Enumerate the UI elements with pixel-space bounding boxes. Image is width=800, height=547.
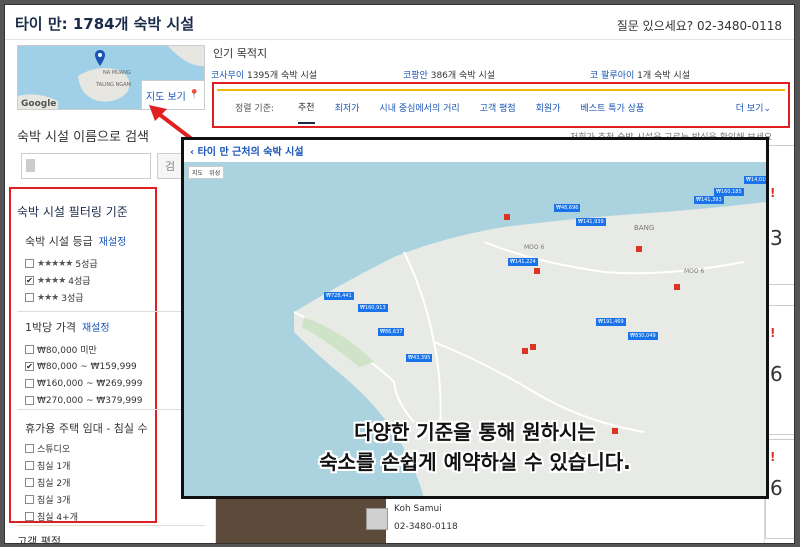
divider <box>17 311 205 312</box>
checkbox[interactable] <box>25 293 34 302</box>
map-label: BANG <box>634 224 655 232</box>
price-pin[interactable]: ₩48,696 <box>554 204 581 212</box>
checkbox[interactable] <box>25 461 34 470</box>
sort-member-price[interactable]: 회원가 <box>536 90 561 124</box>
price-pin[interactable]: ₩141,939 <box>576 218 606 226</box>
star-reset-link[interactable]: 재설정 <box>99 233 127 248</box>
hotel-card[interactable]: ! 3 <box>765 145 794 285</box>
checkbox[interactable] <box>25 379 34 388</box>
hotel-cards-strip: ! 3 ! 6 ! 6 <box>765 143 794 543</box>
hotel-photo[interactable] <box>216 496 386 543</box>
sort-rating[interactable]: 고객 평점 <box>480 90 516 124</box>
page-frame: 타이 만: 1784개 숙박 시설 질문 있으세요? 02-3480-0118 … <box>4 4 795 544</box>
map-label: MOO 6 <box>684 268 705 275</box>
divider <box>17 409 205 410</box>
hotel-card[interactable]: Koh Samui 02-3480-0118 <box>215 495 765 543</box>
price-option[interactable]: ✔ ₩80,000 ~ ₩159,999 <box>25 358 151 375</box>
checkbox[interactable] <box>25 478 34 487</box>
hotel-name-input[interactable] <box>21 153 151 179</box>
checkbox[interactable] <box>25 495 34 504</box>
popular-heading: 인기 목적지 <box>213 47 268 60</box>
rooms-filter-heading: 휴가용 주택 임대 - 침실 수 <box>25 422 148 435</box>
sort-lowest-price[interactable]: 최저가 <box>335 90 360 124</box>
search-button[interactable]: 검 <box>157 153 183 179</box>
svg-text:NA MUANG: NA MUANG <box>103 70 131 76</box>
checkbox[interactable] <box>25 444 34 453</box>
price-pin[interactable]: ₩86,637 <box>378 328 405 336</box>
star-filter-section: 숙박 시설 등급 재설정 ★★★★★ 5성급 ✔ ★★★★ 4성급 ★★★ 3성급 <box>25 233 151 306</box>
hotel-card[interactable]: ! 6 <box>765 305 794 435</box>
price-filter-heading: 1박당 가격 <box>25 321 76 334</box>
hotel-phone: 02-3480-0118 <box>394 522 458 532</box>
sort-recommended[interactable]: 추천 <box>298 90 315 124</box>
photo-gallery-icon[interactable] <box>366 508 388 530</box>
price-option[interactable]: ₩80,000 미만 <box>25 341 151 358</box>
checkbox[interactable] <box>25 396 34 405</box>
rooms-option[interactable]: 스튜디오 <box>25 440 151 457</box>
chevron-down-icon: ⌄ <box>763 103 771 114</box>
star-3-option[interactable]: ★★★ 3성급 <box>25 289 151 306</box>
page-title: 타이 만: 1784개 숙박 시설 <box>15 15 195 33</box>
hotel-marker[interactable] <box>534 268 540 274</box>
map-type-toggle[interactable]: 지도 위성 <box>188 166 225 179</box>
price-pin[interactable]: ₩14,019 <box>744 176 766 184</box>
google-logo: Google <box>21 99 57 109</box>
hotel-card[interactable]: ! 6 <box>765 439 794 539</box>
price-pin[interactable]: ₩141,224 <box>508 258 538 266</box>
star-filter-heading: 숙박 시설 등급 <box>25 235 93 248</box>
rooms-filter-section: 휴가용 주택 임대 - 침실 수 스튜디오 침실 1개 침실 2개 침실 3개 … <box>25 417 151 525</box>
caption-line-1: 다양한 기준을 통해 원하시는 <box>354 420 596 444</box>
rooms-option[interactable]: 침실 4+개 <box>25 508 151 525</box>
checkbox[interactable] <box>25 512 34 521</box>
filter-title: 숙박 시설 필터링 기준 <box>17 205 128 219</box>
hotel-marker[interactable] <box>522 348 528 354</box>
popular-item[interactable]: 코사무이 1395개 숙박 시설 <box>211 68 317 81</box>
svg-text:TALING NGAM: TALING NGAM <box>95 82 131 88</box>
divider <box>5 39 794 40</box>
popular-item[interactable]: 코 팔루아이 1개 숙박 시설 <box>590 68 690 81</box>
price-option[interactable]: ₩270,000 ~ ₩379,999 <box>25 392 151 409</box>
price-pin[interactable]: ₩43,395 <box>406 354 433 362</box>
price-pin[interactable]: ₩160,185 <box>714 188 744 196</box>
price-reset-link[interactable]: 재설정 <box>82 319 110 334</box>
price-option[interactable]: ₩160,000 ~ ₩269,999 <box>25 375 151 392</box>
sort-distance[interactable]: 시내 중심에서의 거리 <box>379 90 459 124</box>
rooms-option[interactable]: 침실 3개 <box>25 491 151 508</box>
price-pin[interactable]: ₩728,441 <box>324 292 354 300</box>
sort-best-deal[interactable]: 베스트 특가 상품 <box>581 90 645 124</box>
sort-more-button[interactable]: 더 보기⌄ <box>736 101 771 114</box>
hotel-marker[interactable] <box>674 284 680 290</box>
help-phone[interactable]: 질문 있으세요? 02-3480-0118 <box>617 17 782 34</box>
checkbox[interactable] <box>25 259 34 268</box>
rooms-option[interactable]: 침실 2개 <box>25 474 151 491</box>
divider <box>17 525 205 526</box>
star-5-option[interactable]: ★★★★★ 5성급 <box>25 255 151 272</box>
price-pin[interactable]: ₩830,049 <box>628 332 658 340</box>
reviews-filter-heading: 고객 평점 <box>17 535 61 544</box>
price-pin[interactable]: ₩141,393 <box>694 196 724 204</box>
popular-item[interactable]: 코팡안 386개 숙박 시설 <box>403 68 495 81</box>
map-pin-icon <box>95 50 105 70</box>
sort-bar: 정렬 기준: 추천 최저가 시내 중심에서의 거리 고객 평점 회원가 베스트 … <box>217 89 785 124</box>
price-pin[interactable]: ₩160,913 <box>358 304 388 312</box>
checkbox-checked[interactable]: ✔ <box>25 362 34 371</box>
building-icon <box>26 159 35 172</box>
price-filter-section: 1박당 가격 재설정 ₩80,000 미만 ✔ ₩80,000 ~ ₩159,99… <box>25 319 151 409</box>
hotel-marker[interactable] <box>504 214 510 220</box>
price-pin[interactable]: ₩191,469 <box>596 318 626 326</box>
hotel-location: Koh Samui <box>394 504 442 514</box>
map-overlay-panel: ‹ 타이 만 근처의 숙박 시설 지도 위성 BANG MOO 6 MOO 6 … <box>181 137 769 499</box>
search-heading: 숙박 시설 이름으로 검색 <box>17 130 149 145</box>
star-4-option[interactable]: ✔ ★★★★ 4성급 <box>25 272 151 289</box>
rooms-option[interactable]: 침실 1개 <box>25 457 151 474</box>
overlay-back-link[interactable]: ‹ 타이 만 근처의 숙박 시설 <box>190 143 304 158</box>
location-pin-icon: 📍 <box>188 90 201 100</box>
map-label: MOO 6 <box>524 244 545 251</box>
hotel-marker[interactable] <box>530 344 536 350</box>
checkbox[interactable] <box>25 345 34 354</box>
hotel-marker[interactable] <box>636 246 642 252</box>
checkbox-checked[interactable]: ✔ <box>25 276 34 285</box>
sort-label: 정렬 기준: <box>235 103 275 114</box>
caption-line-2: 숙소를 손쉽게 예약하실 수 있습니다. <box>319 450 631 474</box>
